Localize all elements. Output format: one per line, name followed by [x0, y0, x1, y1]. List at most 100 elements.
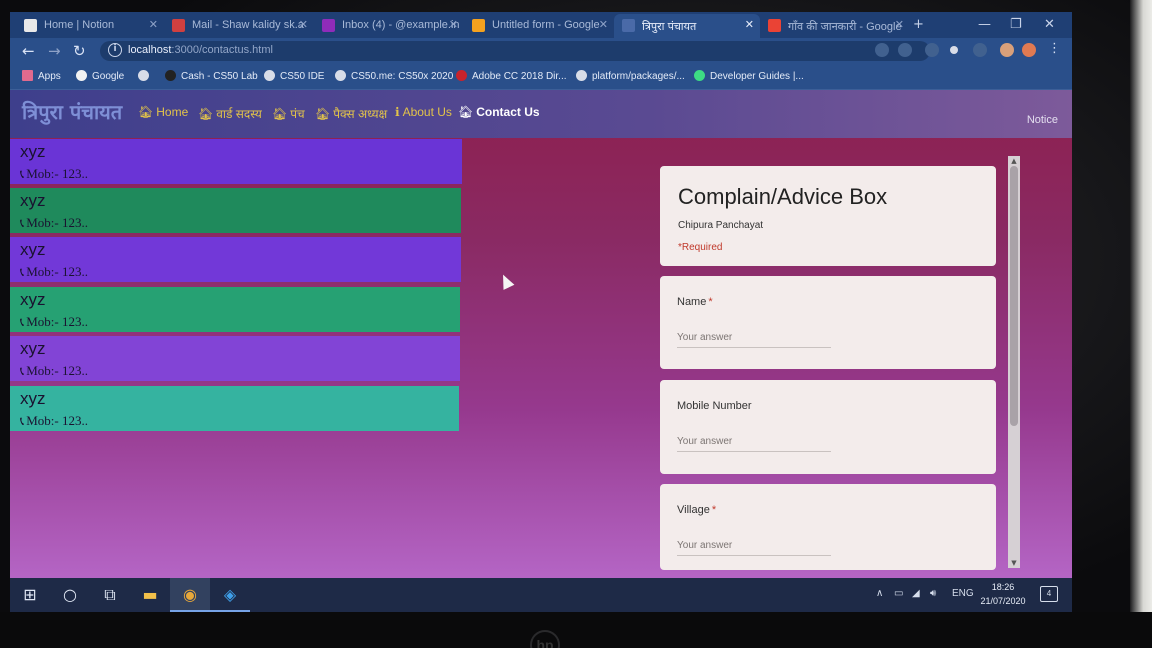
contact-card: xyz 📞︎ Mob:- 123.. [10, 287, 460, 332]
tab-title: Mail - Shaw kalidy sk.a [192, 19, 304, 31]
phone-icon: 📞︎ [20, 315, 25, 329]
scroll-thumb[interactable] [1010, 166, 1018, 426]
nav-ward-members[interactable]: 🏠︎ वार्ड सदस्य [198, 105, 262, 122]
address-bar[interactable]: i localhost:3000/contactus.html [100, 41, 930, 61]
web-page: त्रिपुरा पंचायत 🏠︎ Home 🏠︎ वार्ड सदस्य 🏠︎ प… [10, 90, 1072, 582]
nav-pacs-president[interactable]: 🏠︎ पैक्स अध्यक्ष [315, 105, 387, 122]
nav-about-us[interactable]: ℹ About Us [395, 105, 452, 119]
browser-tab-active[interactable]: त्रिपुरा पंचायत ✕ [614, 14, 760, 38]
contact-name: xyz [20, 290, 46, 309]
clock-date[interactable]: 21/07/2020 [978, 596, 1028, 606]
language-indicator[interactable]: ENG [952, 588, 974, 599]
notification-center-icon[interactable]: 4 [1040, 586, 1058, 602]
globe-icon [576, 70, 587, 81]
bookmark-google[interactable]: Google [76, 70, 124, 82]
bookmark-cs50-lab[interactable]: Cash - CS50 Lab [165, 70, 258, 82]
extension-dot-icon[interactable] [950, 46, 958, 54]
tab-close-icon[interactable]: ✕ [299, 18, 308, 31]
extension-icon[interactable] [925, 43, 939, 57]
browser-tab[interactable]: गाँव की जानकारी - Google ✕ [760, 14, 910, 38]
mobile-number-field[interactable] [677, 432, 831, 452]
question-card-village: Village * [660, 484, 996, 570]
browser-tab[interactable]: Home | Notion ✕ [16, 14, 164, 38]
required-asterisk: * [708, 296, 713, 308]
bookmark-globe[interactable] [138, 70, 154, 82]
notice-link[interactable]: Notice [1027, 114, 1058, 126]
vscode-icon[interactable]: ◈ [210, 578, 250, 612]
scroll-up-icon[interactable]: ▲ [1010, 157, 1018, 165]
extensions-puzzle-icon[interactable] [1000, 43, 1014, 57]
tab-title: Untitled form - Google [492, 19, 600, 31]
browser-tab[interactable]: Untitled form - Google ✕ [464, 14, 614, 38]
browser-tab[interactable]: Mail - Shaw kalidy sk.a ✕ [164, 14, 314, 38]
bookmark-platform[interactable]: platform/packages/... [576, 70, 685, 82]
home-icon: 🏠︎ [198, 107, 214, 121]
wifi-icon[interactable]: ◢ [912, 588, 920, 599]
file-explorer-icon[interactable]: ▬ [130, 578, 170, 612]
bookmark-cs50-me[interactable]: CS50.me: CS50x 2020 [335, 70, 453, 82]
chrome-icon[interactable]: ◉ [170, 578, 210, 612]
android-icon [694, 70, 705, 81]
search-icon[interactable]: ○ [50, 578, 90, 612]
tab-favicon-icon [322, 19, 335, 32]
github-icon [165, 70, 176, 81]
site-brand[interactable]: त्रिपुरा पंचायत [22, 98, 122, 125]
browser-tab[interactable]: Inbox (4) - @example.in ✕ [314, 14, 464, 38]
contact-name: xyz [20, 240, 46, 259]
scroll-down-icon[interactable]: ▼ [1010, 559, 1018, 567]
bookmark-adobe[interactable]: Adobe CC 2018 Dir... [456, 70, 567, 82]
url-host: localhost [128, 44, 172, 56]
profile-avatar-icon[interactable] [1022, 43, 1036, 57]
window-close-icon[interactable]: ✕ [1044, 17, 1055, 32]
question-card-name: Name * [660, 276, 996, 369]
nav-panch[interactable]: 🏠︎ पंच [272, 105, 305, 122]
minimize-icon[interactable]: — [978, 17, 991, 32]
task-view-icon[interactable]: ⧉ [90, 578, 130, 612]
volume-icon[interactable]: 🔊︎ [930, 588, 936, 599]
name-field[interactable] [677, 328, 831, 348]
forward-icon[interactable]: → [48, 42, 61, 60]
form-subtitle: Chipura Panchayat [678, 220, 764, 231]
tab-close-icon[interactable]: ✕ [449, 18, 458, 31]
new-tab-icon[interactable]: + [913, 17, 924, 32]
required-asterisk: * [711, 504, 717, 516]
menu-kebab-icon[interactable]: ⋮ [1048, 41, 1061, 56]
photo-stage: hp Home | Notion ✕ Mail - Shaw kalidy sk… [0, 0, 1152, 648]
contact-name: xyz [20, 339, 46, 358]
contact-name: xyz [20, 389, 46, 408]
tab-close-icon[interactable]: ✕ [149, 18, 158, 31]
contact-card: xyz 📞︎ Mob:- 123.. [10, 386, 459, 431]
phone-icon: 📞︎ [20, 167, 25, 181]
question-label: Mobile Number [677, 400, 752, 412]
site-info-icon[interactable]: i [108, 43, 122, 57]
zoom-icon[interactable] [875, 43, 889, 57]
battery-icon[interactable]: ▭ [894, 588, 903, 599]
address-url[interactable]: localhost:3000/contactus.html [128, 44, 273, 56]
star-icon[interactable] [898, 43, 912, 57]
nav-home[interactable]: 🏠︎ Home [138, 105, 188, 119]
reload-icon[interactable]: ↻ [73, 42, 86, 60]
restore-icon[interactable]: ❐ [1010, 17, 1022, 32]
form-scrollbar[interactable]: ▲ ▼ [1008, 156, 1020, 568]
tab-close-icon[interactable]: ✕ [599, 18, 608, 31]
tray-expand-icon[interactable]: ∧ [876, 588, 883, 599]
contact-mobile: 📞︎ Mob:- 123.. [20, 264, 88, 279]
back-icon[interactable]: ← [22, 42, 35, 60]
form-required-note: *Required [678, 242, 723, 253]
google-icon [76, 70, 87, 81]
tab-close-icon[interactable]: ✕ [895, 18, 904, 31]
windows-start-icon[interactable]: ⊞ [10, 578, 50, 612]
clock-time[interactable]: 18:26 [978, 582, 1028, 592]
system-tray: ∧ ▭ ◢ 🔊︎ ENG 18:26 21/07/2020 4 [876, 578, 1066, 612]
village-field[interactable] [677, 536, 831, 556]
bookmark-apps[interactable]: Apps [22, 70, 61, 82]
bookmarks-bar: Apps Google Cash - CS50 Lab CS50 IDE CS5… [10, 64, 1072, 90]
bookmark-developer-guides[interactable]: Developer Guides |... [694, 70, 804, 82]
tab-title: गाँव की जानकारी - Google [788, 21, 902, 33]
extension-icon[interactable] [973, 43, 987, 57]
phone-icon: 📞︎ [20, 265, 25, 279]
bookmark-cs50-ide[interactable]: CS50 IDE [264, 70, 324, 82]
tab-close-icon[interactable]: ✕ [745, 18, 754, 31]
phone-icon: 📞︎ [20, 364, 25, 378]
nav-contact-us[interactable]: 🏠︎ Contact Us [458, 105, 540, 119]
